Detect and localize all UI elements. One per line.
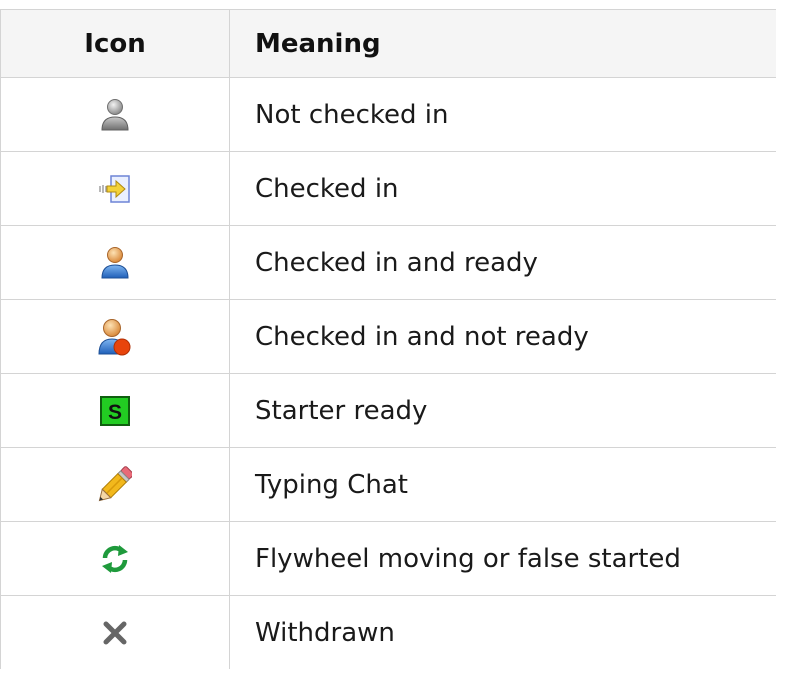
meaning-text: Checked in and ready [229, 225, 776, 300]
table-row: Checked in [0, 151, 776, 226]
user-gray-icon [100, 98, 130, 132]
column-header-icon: Icon [0, 9, 230, 78]
withdrawn-x-icon [102, 620, 128, 646]
starter-badge-letter: S [108, 401, 122, 424]
column-header-meaning: Meaning [229, 9, 776, 78]
meaning-text: Flywheel moving or false started [229, 521, 776, 596]
check-in-arrow-icon [98, 174, 132, 204]
user-not-ready-icon [98, 318, 132, 356]
meaning-text: Checked in [229, 151, 776, 226]
meaning-text: Starter ready [229, 373, 776, 448]
table-row: Flywheel moving or false started [0, 521, 776, 596]
table-row: S Starter ready [0, 373, 776, 448]
starter-s-icon: S [100, 395, 130, 426]
pencil-icon [98, 465, 132, 504]
table-row: Withdrawn [0, 595, 776, 669]
meaning-text: Withdrawn [229, 595, 776, 669]
table-row: Checked in and ready [0, 225, 776, 300]
meaning-text: Not checked in [229, 77, 776, 152]
header-row: Icon Meaning [0, 9, 776, 78]
table-row: Checked in and not ready [0, 299, 776, 374]
meaning-text: Checked in and not ready [229, 299, 776, 374]
table-row: Typing Chat [0, 447, 776, 522]
icon-legend-table: Icon Meaning Not checked in Checked in C… [0, 9, 776, 669]
meaning-text: Typing Chat [229, 447, 776, 522]
user-blue-icon [100, 246, 130, 280]
table-row: Not checked in [0, 77, 776, 152]
refresh-arrows-icon [99, 543, 131, 575]
